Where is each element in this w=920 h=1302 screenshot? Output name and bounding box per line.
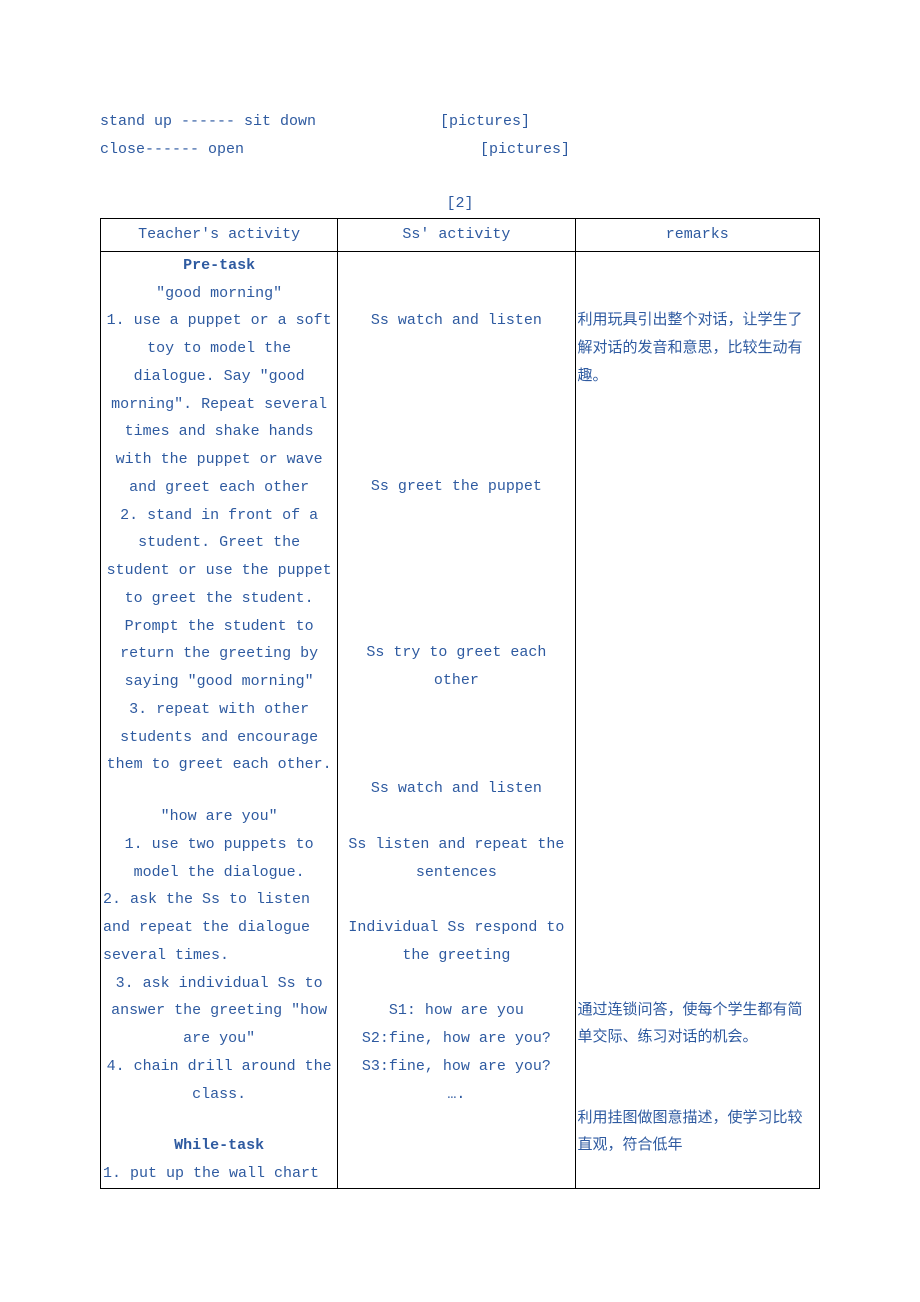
top-row-1: stand up ------ sit down [pictures]	[100, 110, 820, 134]
b-spacer-0	[340, 252, 572, 280]
remark-3: 利用挂图做图意描述，使学习比较直观，符合低年	[578, 1105, 817, 1161]
ss-step-7b: S2:fine, how are you?	[340, 1025, 572, 1053]
top-line-2-left: close------ open	[100, 138, 420, 162]
teacher-q1: 1. use two puppets to model the dialogue…	[103, 831, 335, 887]
c-spacer-1	[578, 280, 817, 308]
pretask-heading: Pre-task	[103, 252, 335, 280]
teacher-q2: 2. ask the Ss to listen and repeat the d…	[103, 886, 335, 969]
ss-step-3: Ss try to greet each other	[340, 639, 572, 695]
b-spacer-4	[340, 694, 572, 775]
teacher-step-3: 3. repeat with other students and encour…	[103, 696, 335, 779]
b-spacer-1	[340, 280, 572, 308]
spacer	[103, 779, 335, 803]
top-row-2: close------ open [pictures]	[100, 138, 820, 162]
top-line-2-right: [pictures]	[420, 138, 820, 162]
ss-step-7a: S1: how are you	[340, 997, 572, 1025]
c-spacer-2	[578, 391, 817, 997]
section-marker: [2]	[100, 192, 820, 216]
remark-2: 通过连锁问答，使每个学生都有简单交际、练习对话的机会。	[578, 997, 817, 1053]
ss-step-6: Individual Ss respond to the greeting	[340, 914, 572, 970]
page: stand up ------ sit down [pictures] clos…	[0, 0, 920, 1249]
teacher-cell: Pre-task "good morning" 1. use a puppet …	[101, 251, 338, 1188]
b-spacer-5	[340, 803, 572, 831]
teacher-q4: 4. chain drill around the class.	[103, 1053, 335, 1109]
how-are-you-title: "how are you"	[103, 803, 335, 831]
c-spacer-3	[578, 1052, 817, 1105]
ss-step-7d: ….	[340, 1081, 572, 1109]
remark-1: 利用玩具引出整个对话，让学生了解对话的发音和意思，比较生动有趣。	[578, 307, 817, 390]
b-spacer-2	[340, 335, 572, 473]
ss-step-1: Ss watch and listen	[340, 307, 572, 335]
whiletask-heading: While-task	[103, 1132, 335, 1160]
top-text-block: stand up ------ sit down [pictures] clos…	[100, 110, 820, 162]
remarks-cell: 利用玩具引出整个对话，让学生了解对话的发音和意思，比较生动有趣。 通过连锁问答，…	[575, 251, 819, 1188]
ss-step-2: Ss greet the puppet	[340, 473, 572, 501]
header-remarks: remarks	[575, 219, 819, 252]
header-ss: Ss' activity	[338, 219, 575, 252]
ss-step-5: Ss listen and repeat the sentences	[340, 831, 572, 887]
top-line-1-right: [pictures]	[420, 110, 820, 134]
ss-step-7c: S3:fine, how are you?	[340, 1053, 572, 1081]
table-body-row: Pre-task "good morning" 1. use a puppet …	[101, 251, 820, 1188]
top-line-1-left: stand up ------ sit down	[100, 110, 420, 134]
ss-step-4: Ss watch and listen	[340, 775, 572, 803]
teacher-q3: 3. ask individual Ss to answer the greet…	[103, 970, 335, 1053]
teacher-w1: 1. put up the wall chart	[103, 1160, 335, 1188]
spacer-2	[103, 1108, 335, 1132]
b-spacer-3	[340, 501, 572, 639]
teacher-step-1: 1. use a puppet or a soft toy to model t…	[103, 307, 335, 501]
good-morning-title: "good morning"	[103, 280, 335, 308]
c-spacer-0	[578, 252, 817, 280]
table-header-row: Teacher's activity Ss' activity remarks	[101, 219, 820, 252]
b-spacer-7	[340, 970, 572, 998]
teacher-step-2: 2. stand in front of a student. Greet th…	[103, 502, 335, 696]
lesson-table: Teacher's activity Ss' activity remarks …	[100, 218, 820, 1189]
b-spacer-6	[340, 886, 572, 914]
header-teacher: Teacher's activity	[101, 219, 338, 252]
ss-cell: Ss watch and listen Ss greet the puppet …	[338, 251, 575, 1188]
